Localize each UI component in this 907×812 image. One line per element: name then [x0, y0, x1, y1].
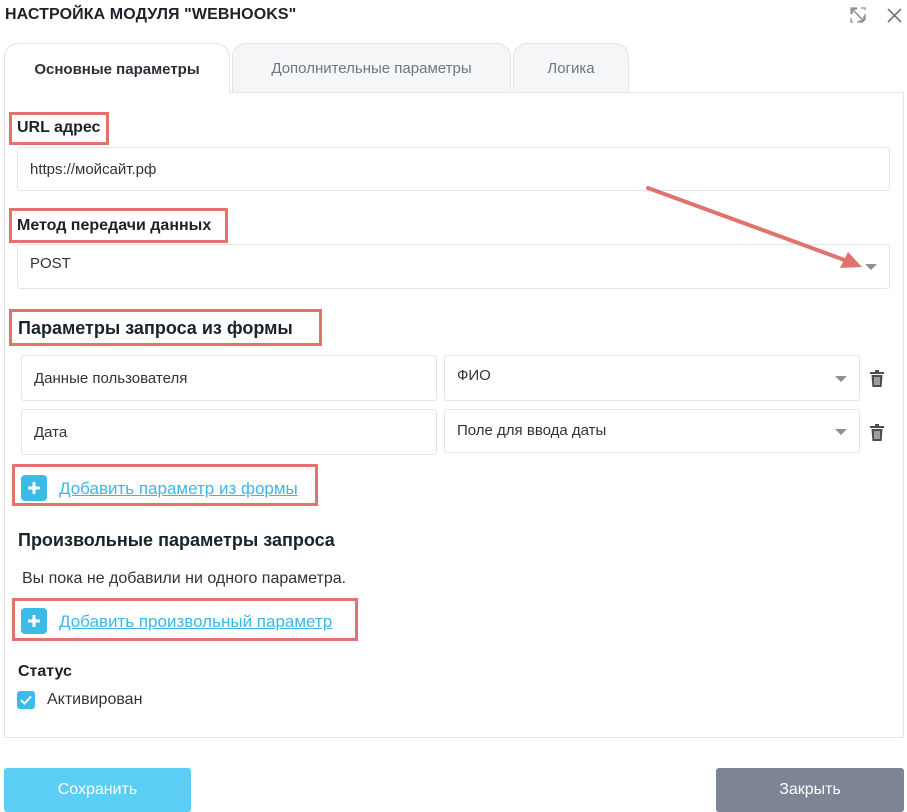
add-form-param-link[interactable]: Добавить параметр из формы [59, 479, 298, 499]
tab-additional-label: Дополнительные параметры [271, 59, 472, 77]
status-checkbox[interactable] [17, 691, 35, 709]
tab-logic-label: Логика [547, 59, 595, 77]
param-field-value: ФИО [457, 366, 491, 384]
expand-button[interactable] [849, 6, 867, 24]
param-name-input[interactable]: Дата [21, 409, 437, 455]
checkmark-icon [20, 695, 32, 705]
custom-params-empty-text: Вы пока не добавили ни одного параметра. [22, 570, 347, 587]
chevron-down-icon [835, 376, 847, 382]
add-custom-param-link[interactable]: Добавить произвольный параметр [59, 612, 332, 632]
param-field-value: Поле для ввода даты [457, 421, 607, 439]
param-name-value: Дата [34, 423, 68, 441]
add-custom-param-button[interactable] [21, 608, 47, 634]
param-name-input[interactable]: Данные пользователя [21, 355, 437, 401]
save-button-label: Сохранить [57, 781, 138, 798]
url-value: https://мойсайт.рф [30, 160, 157, 178]
close-button-label: Закрыть [779, 781, 841, 798]
dialog-title: НАСТРОЙКА МОДУЛЯ "WEBHOOKS" [5, 6, 297, 23]
param-name-value: Данные пользователя [34, 369, 188, 387]
save-button[interactable]: Сохранить [4, 768, 191, 812]
tab-main-label: Основные параметры [34, 60, 200, 78]
custom-params-heading: Произвольные параметры запроса [18, 530, 335, 550]
plus-icon [28, 482, 40, 494]
status-heading: Статус [18, 663, 72, 680]
close-icon [886, 7, 902, 23]
tab-additional[interactable]: Дополнительные параметры [232, 43, 511, 92]
status-checkbox-label: Активирован [47, 691, 143, 708]
method-label: Метод передачи данных [17, 217, 212, 234]
expand-icon [850, 7, 866, 23]
trash-icon[interactable] [869, 370, 885, 388]
param-field-select[interactable]: ФИО [444, 355, 860, 401]
close-button[interactable]: Закрыть [716, 768, 904, 812]
method-value: POST [30, 255, 71, 272]
add-form-param-button[interactable] [21, 475, 47, 501]
trash-icon[interactable] [869, 424, 885, 442]
plus-icon [28, 615, 40, 627]
annotation-arrow [646, 186, 862, 268]
url-label: URL адрес [17, 119, 101, 136]
close-window-button[interactable] [885, 6, 903, 24]
param-field-select[interactable]: Поле для ввода даты [444, 409, 860, 453]
tab-logic[interactable]: Логика [513, 43, 629, 92]
form-params-heading: Параметры запроса из формы [18, 318, 293, 338]
tab-main[interactable]: Основные параметры [4, 43, 230, 94]
chevron-down-icon [835, 429, 847, 435]
